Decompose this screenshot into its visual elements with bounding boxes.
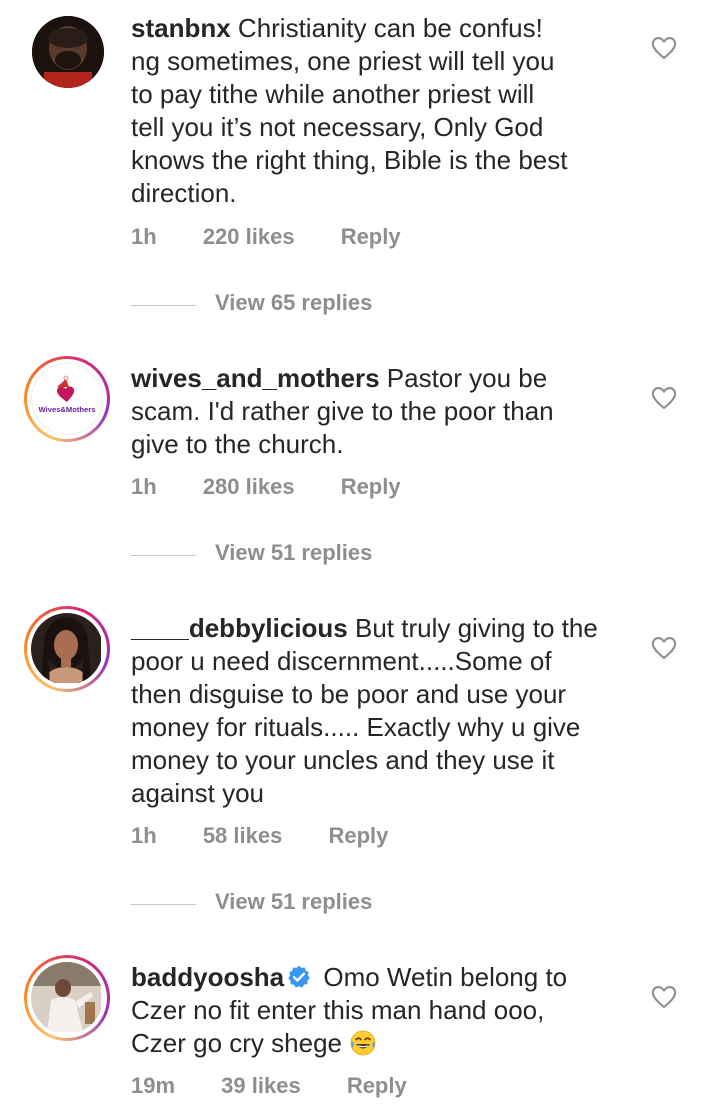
heart-outline-icon[interactable] xyxy=(650,634,678,662)
heart-outline-icon[interactable] xyxy=(650,34,678,62)
avatar-photo xyxy=(32,16,104,88)
comment-text: wives_and_mothers Pastor you be scam. I'… xyxy=(131,362,631,461)
avatar-photo xyxy=(31,962,101,1032)
comment-likes[interactable]: 39 likes xyxy=(221,1073,301,1099)
reply-button[interactable]: Reply xyxy=(341,224,401,250)
logo-text: Wives&Mothers xyxy=(39,405,96,414)
avatar[interactable] xyxy=(24,955,110,1041)
tears-of-joy-emoji xyxy=(350,1030,376,1056)
verified-badge-icon xyxy=(288,965,310,988)
view-replies-label: View 65 replies xyxy=(215,290,373,315)
reply-button[interactable]: Reply xyxy=(341,474,401,500)
divider-line xyxy=(131,904,196,905)
comment-time: 19m xyxy=(131,1073,176,1098)
comment-meta: 19m 39 likes Reply xyxy=(131,1073,447,1099)
heart-outline-icon[interactable] xyxy=(650,983,678,1011)
comment-time: 1h xyxy=(131,224,157,249)
comment-time: 1h xyxy=(131,474,157,499)
comment-text: stanbnx Christianity can be confus! ng s… xyxy=(131,12,631,210)
comment-meta: 1h 280 likes Reply xyxy=(131,474,441,500)
avatar[interactable] xyxy=(32,16,104,88)
comment-username[interactable]: baddyoosha xyxy=(131,962,284,992)
heart-outline-icon[interactable] xyxy=(650,384,678,412)
comment-meta: 1h 58 likes Reply xyxy=(131,823,428,849)
avatar[interactable]: Wives&Mothers xyxy=(24,356,110,442)
avatar[interactable] xyxy=(24,606,110,692)
divider-line xyxy=(131,305,196,306)
comment-text: baddyoosha Omo Wetin belong to Czer no f… xyxy=(131,961,631,1060)
comment-username[interactable]: ____debbylicious xyxy=(131,613,348,643)
comment-meta: 1h 220 likes Reply xyxy=(131,224,441,250)
view-replies-label: View 51 replies xyxy=(215,889,373,914)
comment-likes[interactable]: 58 likes xyxy=(203,823,283,849)
reply-button[interactable]: Reply xyxy=(347,1073,407,1099)
reply-button[interactable]: Reply xyxy=(328,823,388,849)
divider-line xyxy=(131,555,196,556)
wives-and-mothers-logo: Wives&Mothers xyxy=(39,375,96,414)
comment-username[interactable]: wives_and_mothers xyxy=(131,363,380,393)
comment-likes[interactable]: 280 likes xyxy=(203,474,295,500)
comment-username[interactable]: stanbnx xyxy=(131,13,231,43)
comment-time: 1h xyxy=(131,823,157,848)
comment-likes[interactable]: 220 likes xyxy=(203,224,295,250)
view-replies-label: View 51 replies xyxy=(215,540,373,565)
avatar-photo xyxy=(31,613,101,685)
comment-text: ____debbylicious But truly giving to the… xyxy=(131,612,631,810)
